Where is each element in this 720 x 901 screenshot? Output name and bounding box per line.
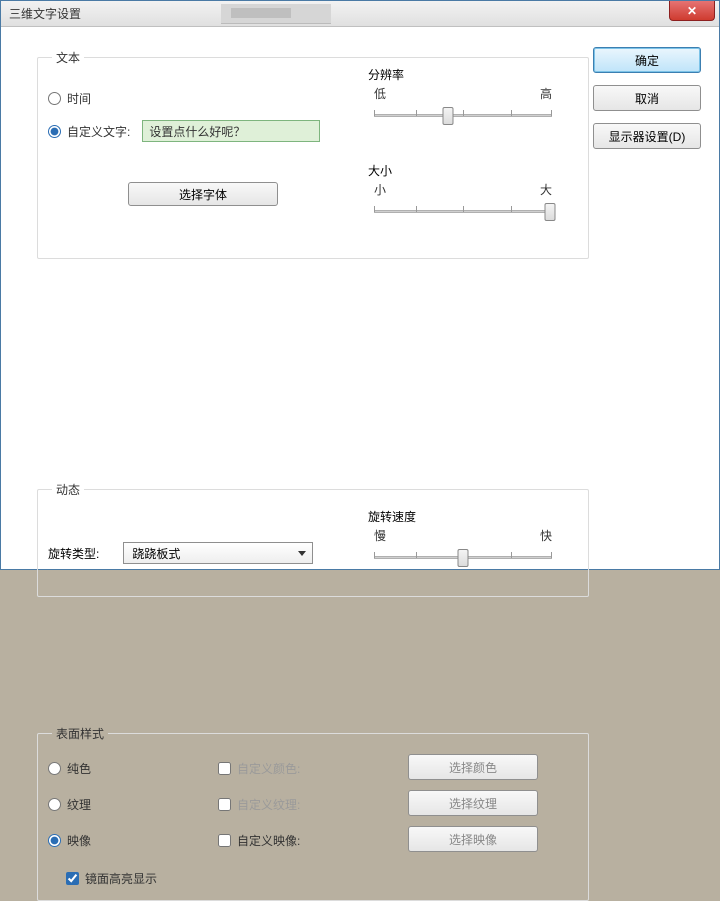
- check-custom-reflection[interactable]: 自定义映像:: [218, 832, 300, 849]
- radio-time[interactable]: 时间: [48, 90, 91, 107]
- speed-slider[interactable]: [368, 544, 558, 572]
- check-custom-texture-input[interactable]: [218, 798, 231, 811]
- size-large-label: 大: [540, 181, 552, 198]
- radio-time-label: 时间: [67, 90, 91, 107]
- check-custom-texture-label: 自定义纹理:: [237, 796, 300, 813]
- check-custom-color-label: 自定义颜色:: [237, 760, 300, 777]
- speed-slider-thumb[interactable]: [458, 549, 469, 567]
- radio-reflection-input[interactable]: [48, 834, 61, 847]
- group-surface-legend: 表面样式: [52, 725, 108, 742]
- radio-custom-text-label: 自定义文字:: [67, 123, 130, 140]
- check-specular-highlight-label: 镜面高亮显示: [85, 870, 157, 887]
- radio-custom-text[interactable]: 自定义文字:: [48, 123, 130, 140]
- radio-texture-label: 纹理: [67, 796, 91, 813]
- radio-texture[interactable]: 纹理: [48, 796, 91, 813]
- resolution-slider[interactable]: [368, 102, 558, 130]
- pick-texture-button[interactable]: 选择纹理: [408, 790, 538, 816]
- radio-time-input[interactable]: [48, 92, 61, 105]
- close-button[interactable]: ✕: [669, 1, 715, 21]
- group-text-legend: 文本: [52, 49, 84, 66]
- spin-type-label: 旋转类型:: [48, 545, 99, 562]
- check-custom-texture[interactable]: 自定义纹理:: [218, 796, 300, 813]
- radio-solid-color-label: 纯色: [67, 760, 91, 777]
- resolution-slider-block: 分辨率 低 高: [368, 66, 558, 130]
- size-slider-block: 大小 小 大: [368, 162, 558, 226]
- size-slider[interactable]: [368, 198, 558, 226]
- spin-type-combobox[interactable]: 跷跷板式: [123, 542, 313, 564]
- radio-solid-color-input[interactable]: [48, 762, 61, 775]
- pick-color-button[interactable]: 选择颜色: [408, 754, 538, 780]
- group-surface: 表面样式 纯色 纹理 映像: [37, 725, 589, 901]
- speed-slow-label: 慢: [374, 527, 386, 544]
- radio-custom-text-input[interactable]: [48, 125, 61, 138]
- group-motion-legend: 动态: [52, 481, 84, 498]
- radio-reflection[interactable]: 映像: [48, 832, 91, 849]
- dialog-window: 三维文字设置 ✕ 确定 取消 显示器设置(D) 文本 时间 自定义文: [0, 0, 720, 570]
- group-text: 文本 时间 自定义文字: 选择字体 分辨率: [37, 49, 589, 259]
- speed-title: 旋转速度: [368, 508, 558, 525]
- close-icon: ✕: [687, 4, 697, 18]
- radio-texture-input[interactable]: [48, 798, 61, 811]
- custom-text-input[interactable]: [142, 120, 320, 142]
- titlebar: 三维文字设置 ✕: [1, 1, 719, 27]
- size-title: 大小: [368, 162, 558, 179]
- ok-button[interactable]: 确定: [593, 47, 701, 73]
- check-specular-highlight[interactable]: 镜面高亮显示: [66, 870, 157, 887]
- window-title: 三维文字设置: [9, 5, 81, 22]
- spin-type-value: 跷跷板式: [132, 545, 180, 562]
- speed-slider-block: 旋转速度 慢 快: [368, 508, 558, 572]
- resolution-high-label: 高: [540, 85, 552, 102]
- speed-fast-label: 快: [540, 527, 552, 544]
- pick-reflection-button[interactable]: 选择映像: [408, 826, 538, 852]
- right-button-column: 确定 取消 显示器设置(D): [593, 47, 701, 149]
- choose-font-button[interactable]: 选择字体: [128, 182, 278, 206]
- resolution-low-label: 低: [374, 85, 386, 102]
- check-custom-color[interactable]: 自定义颜色:: [218, 760, 300, 777]
- radio-reflection-label: 映像: [67, 832, 91, 849]
- check-custom-reflection-input[interactable]: [218, 834, 231, 847]
- background-tab: [221, 4, 331, 24]
- resolution-title: 分辨率: [368, 66, 558, 83]
- check-custom-reflection-label: 自定义映像:: [237, 832, 300, 849]
- group-motion: 动态 旋转类型: 跷跷板式 旋转速度 慢 快: [37, 481, 589, 597]
- size-small-label: 小: [374, 181, 386, 198]
- chevron-down-icon: [298, 551, 306, 556]
- check-specular-highlight-input[interactable]: [66, 872, 79, 885]
- radio-solid-color[interactable]: 纯色: [48, 760, 91, 777]
- size-slider-thumb[interactable]: [545, 203, 556, 221]
- check-custom-color-input[interactable]: [218, 762, 231, 775]
- resolution-slider-thumb[interactable]: [442, 107, 453, 125]
- display-settings-button[interactable]: 显示器设置(D): [593, 123, 701, 149]
- client-area: 确定 取消 显示器设置(D) 文本 时间 自定义文字: 选择字体: [1, 27, 719, 569]
- cancel-button[interactable]: 取消: [593, 85, 701, 111]
